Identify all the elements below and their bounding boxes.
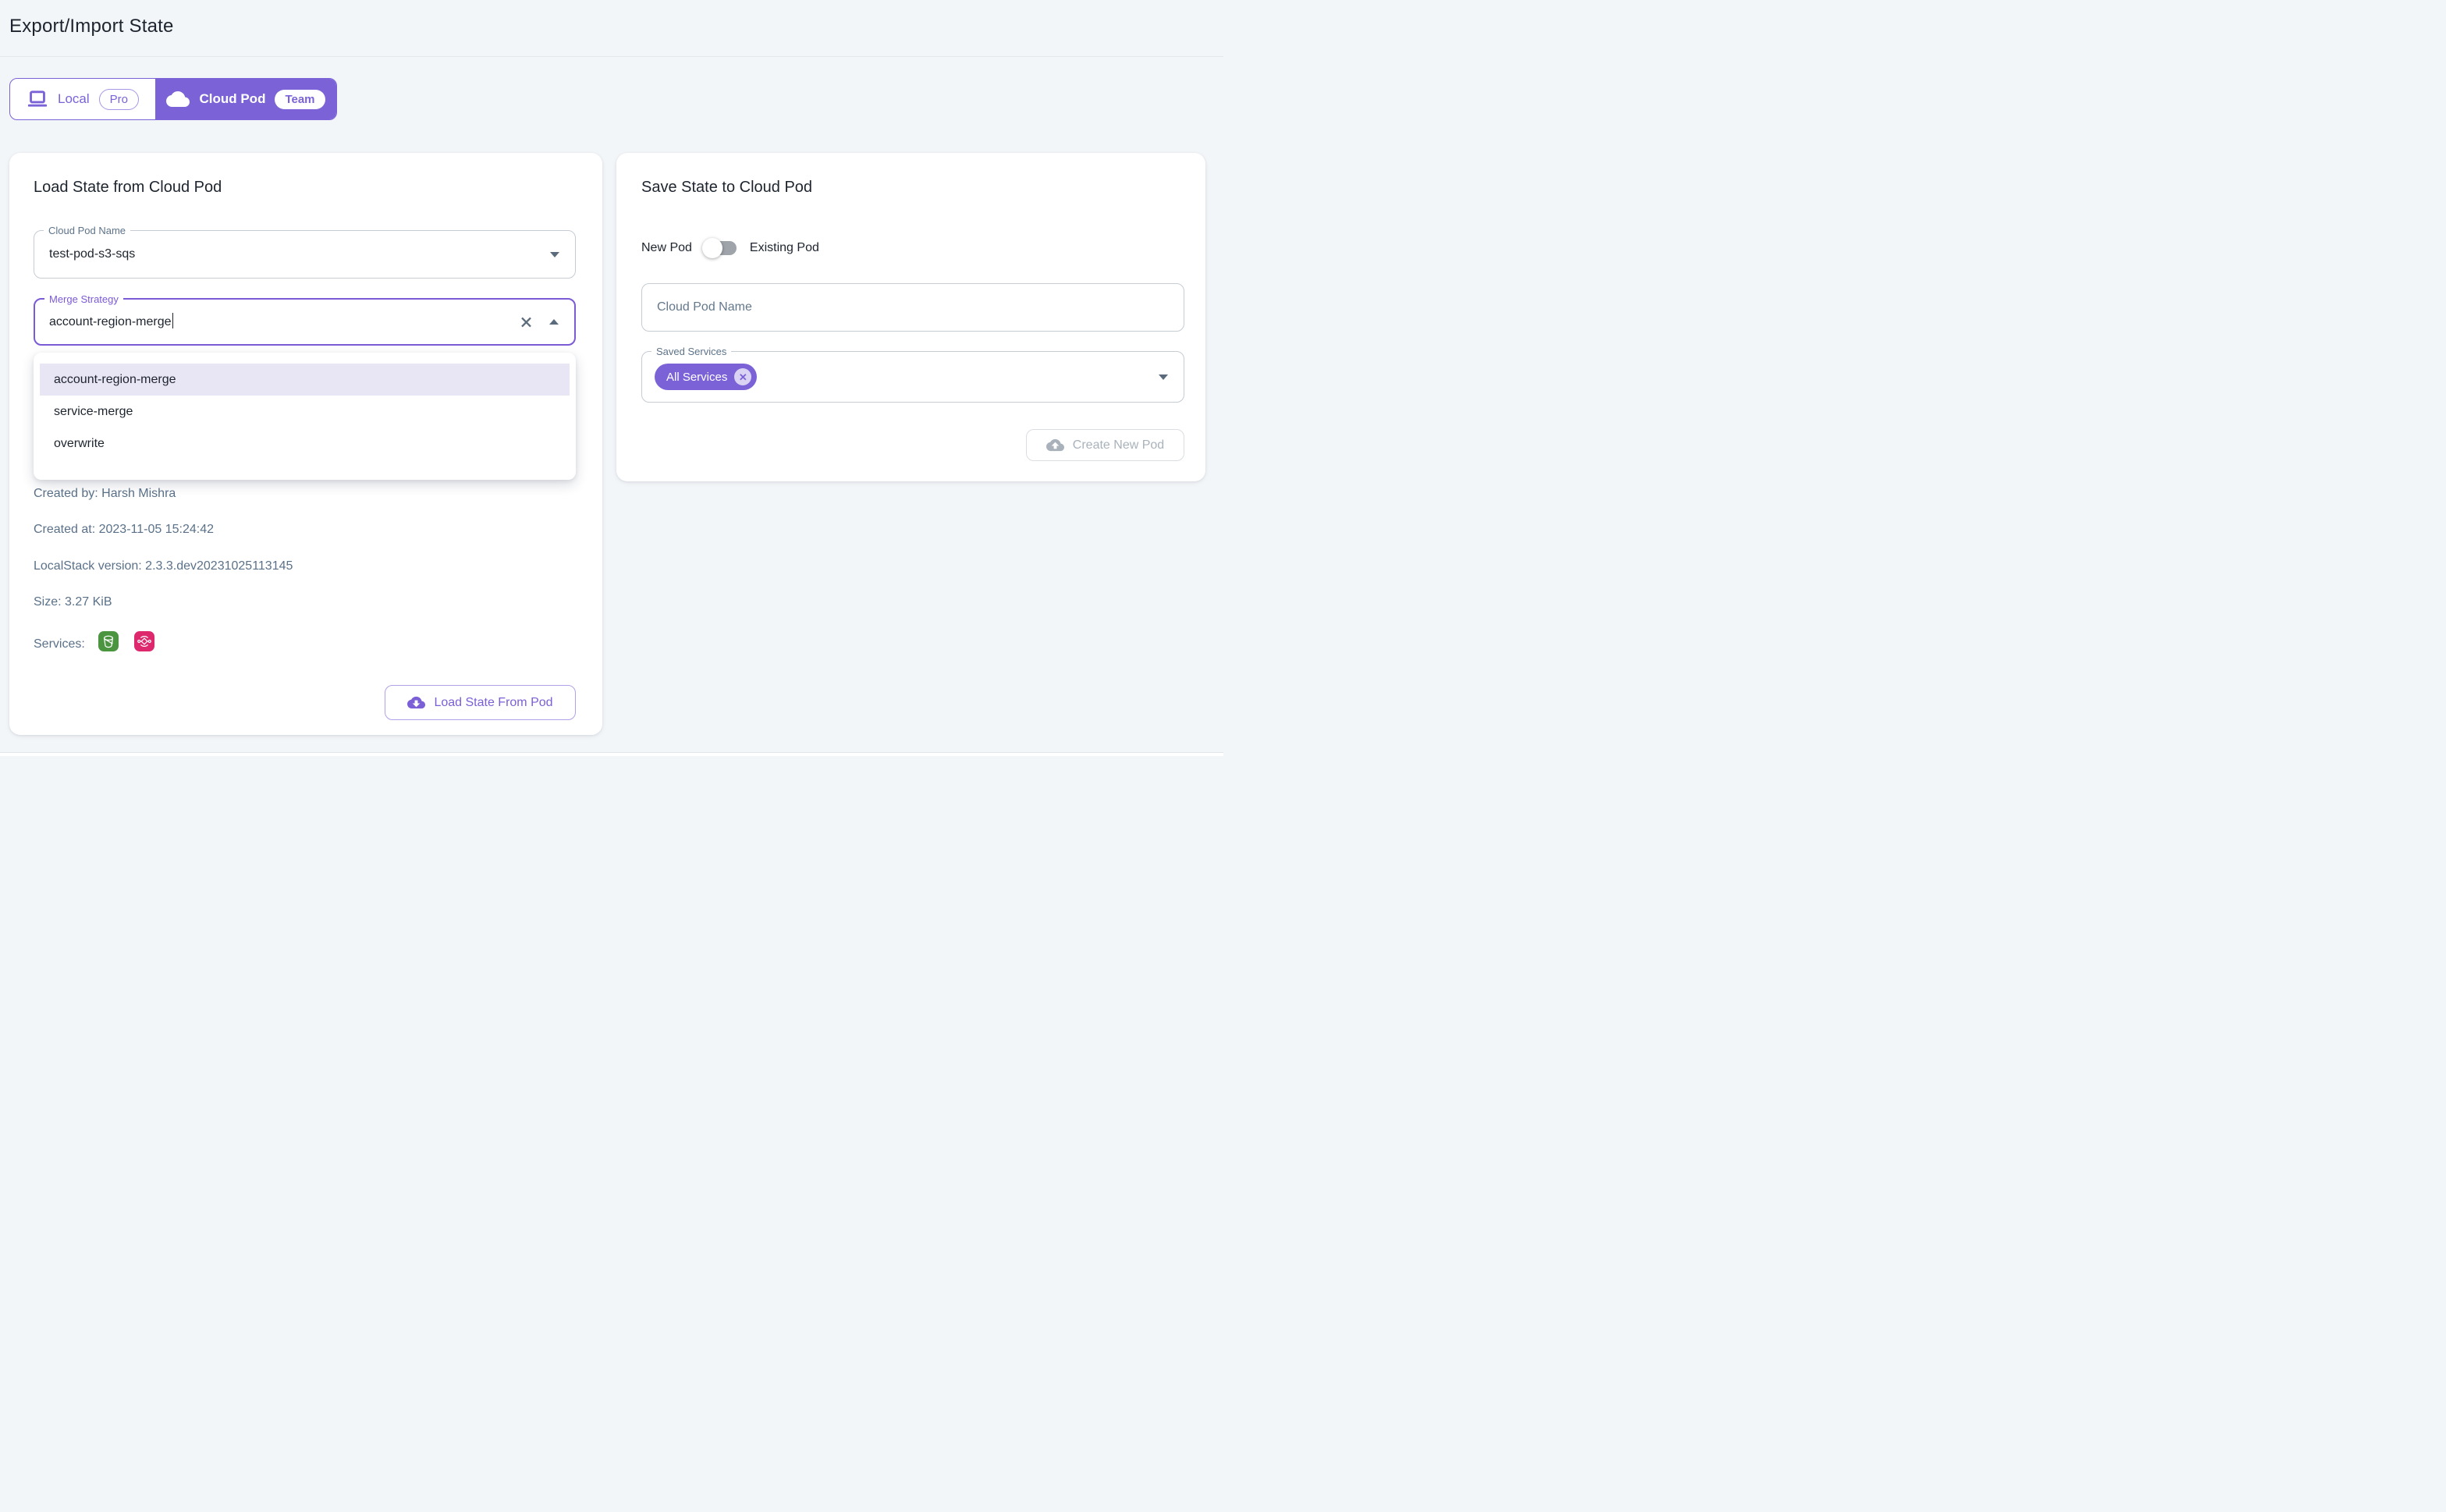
s3-service-icon [98, 631, 119, 651]
chevron-down-icon[interactable] [1159, 374, 1168, 380]
merge-strategy-input[interactable]: Merge Strategy account-region-merge [34, 298, 576, 346]
switch-thumb[interactable] [702, 238, 722, 258]
clear-icon[interactable] [519, 314, 534, 329]
saved-services-select[interactable]: Saved Services All Services ✕ [641, 351, 1184, 403]
create-new-pod-button[interactable]: Create New Pod [1026, 429, 1184, 461]
sqs-service-icon [134, 631, 154, 651]
save-pod-name-input[interactable] [641, 283, 1184, 332]
pod-size: Size: 3.27 KiB [34, 593, 112, 612]
tab-local[interactable]: Local Pro [10, 79, 155, 119]
tab-cloud-pod-label: Cloud Pod [199, 91, 265, 107]
option-service-merge[interactable]: service-merge [40, 396, 570, 428]
all-services-chip-label: All Services [666, 371, 727, 384]
merge-strategy-options-menu: account-region-merge service-merge overw… [34, 353, 576, 480]
pod-mode-toggle-row: New Pod Existing Pod [641, 237, 819, 259]
cloud-pod-name-label: Cloud Pod Name [44, 224, 130, 237]
save-card-title: Save State to Cloud Pod [641, 179, 812, 197]
cloud-pod-name-value: test-pod-s3-sqs [49, 247, 135, 261]
create-new-pod-label: Create New Pod [1073, 438, 1164, 453]
pod-mode-switch[interactable] [702, 237, 740, 259]
load-state-from-pod-button[interactable]: Load State From Pod [385, 685, 576, 720]
all-services-chip[interactable]: All Services ✕ [655, 364, 757, 390]
cloud-icon [166, 91, 190, 107]
load-state-card: Load State from Cloud Pod Cloud Pod Name… [9, 153, 602, 735]
option-account-region-merge[interactable]: account-region-merge [40, 364, 570, 396]
laptop-icon [27, 91, 48, 108]
cloud-pod-name-select[interactable]: Cloud Pod Name test-pod-s3-sqs [34, 230, 576, 279]
chevron-up-icon[interactable] [549, 319, 559, 325]
pod-localstack-version: LocalStack version: 2.3.3.dev20231025113… [34, 557, 293, 576]
load-card-title: Load State from Cloud Pod [34, 179, 222, 197]
chevron-down-icon[interactable] [550, 252, 559, 257]
load-state-from-pod-label: Load State From Pod [434, 696, 552, 710]
existing-pod-label: Existing Pod [750, 241, 819, 255]
header-divider [0, 56, 1223, 57]
merge-strategy-label: Merge Strategy [44, 293, 123, 306]
team-badge: Team [275, 90, 325, 109]
tab-local-label: Local [58, 91, 90, 107]
pod-created-at: Created at: 2023-11-05 15:24:42 [34, 520, 214, 539]
chip-delete-icon[interactable]: ✕ [734, 368, 751, 385]
export-import-state-page: Export/Import State Local Pro Cloud Pod … [0, 0, 1223, 756]
page-title: Export/Import State [9, 16, 174, 37]
saved-services-label: Saved Services [651, 345, 731, 358]
merge-strategy-value: account-region-merge [49, 315, 173, 329]
new-pod-label: New Pod [641, 241, 692, 255]
cloud-upload-icon [1046, 436, 1064, 454]
tab-cloud-pod[interactable]: Cloud Pod Team [155, 79, 336, 119]
pro-badge: Pro [99, 89, 139, 110]
save-state-card: Save State to Cloud Pod New Pod Existing… [616, 153, 1205, 481]
pod-services-label: Services: [34, 635, 85, 654]
option-overwrite[interactable]: overwrite [40, 428, 570, 460]
bottom-divider [0, 752, 1223, 756]
text-cursor [172, 313, 174, 328]
pod-created-by: Created by: Harsh Mishra [34, 484, 176, 503]
cloud-download-icon [407, 694, 425, 712]
state-source-tabs: Local Pro Cloud Pod Team [9, 78, 337, 120]
